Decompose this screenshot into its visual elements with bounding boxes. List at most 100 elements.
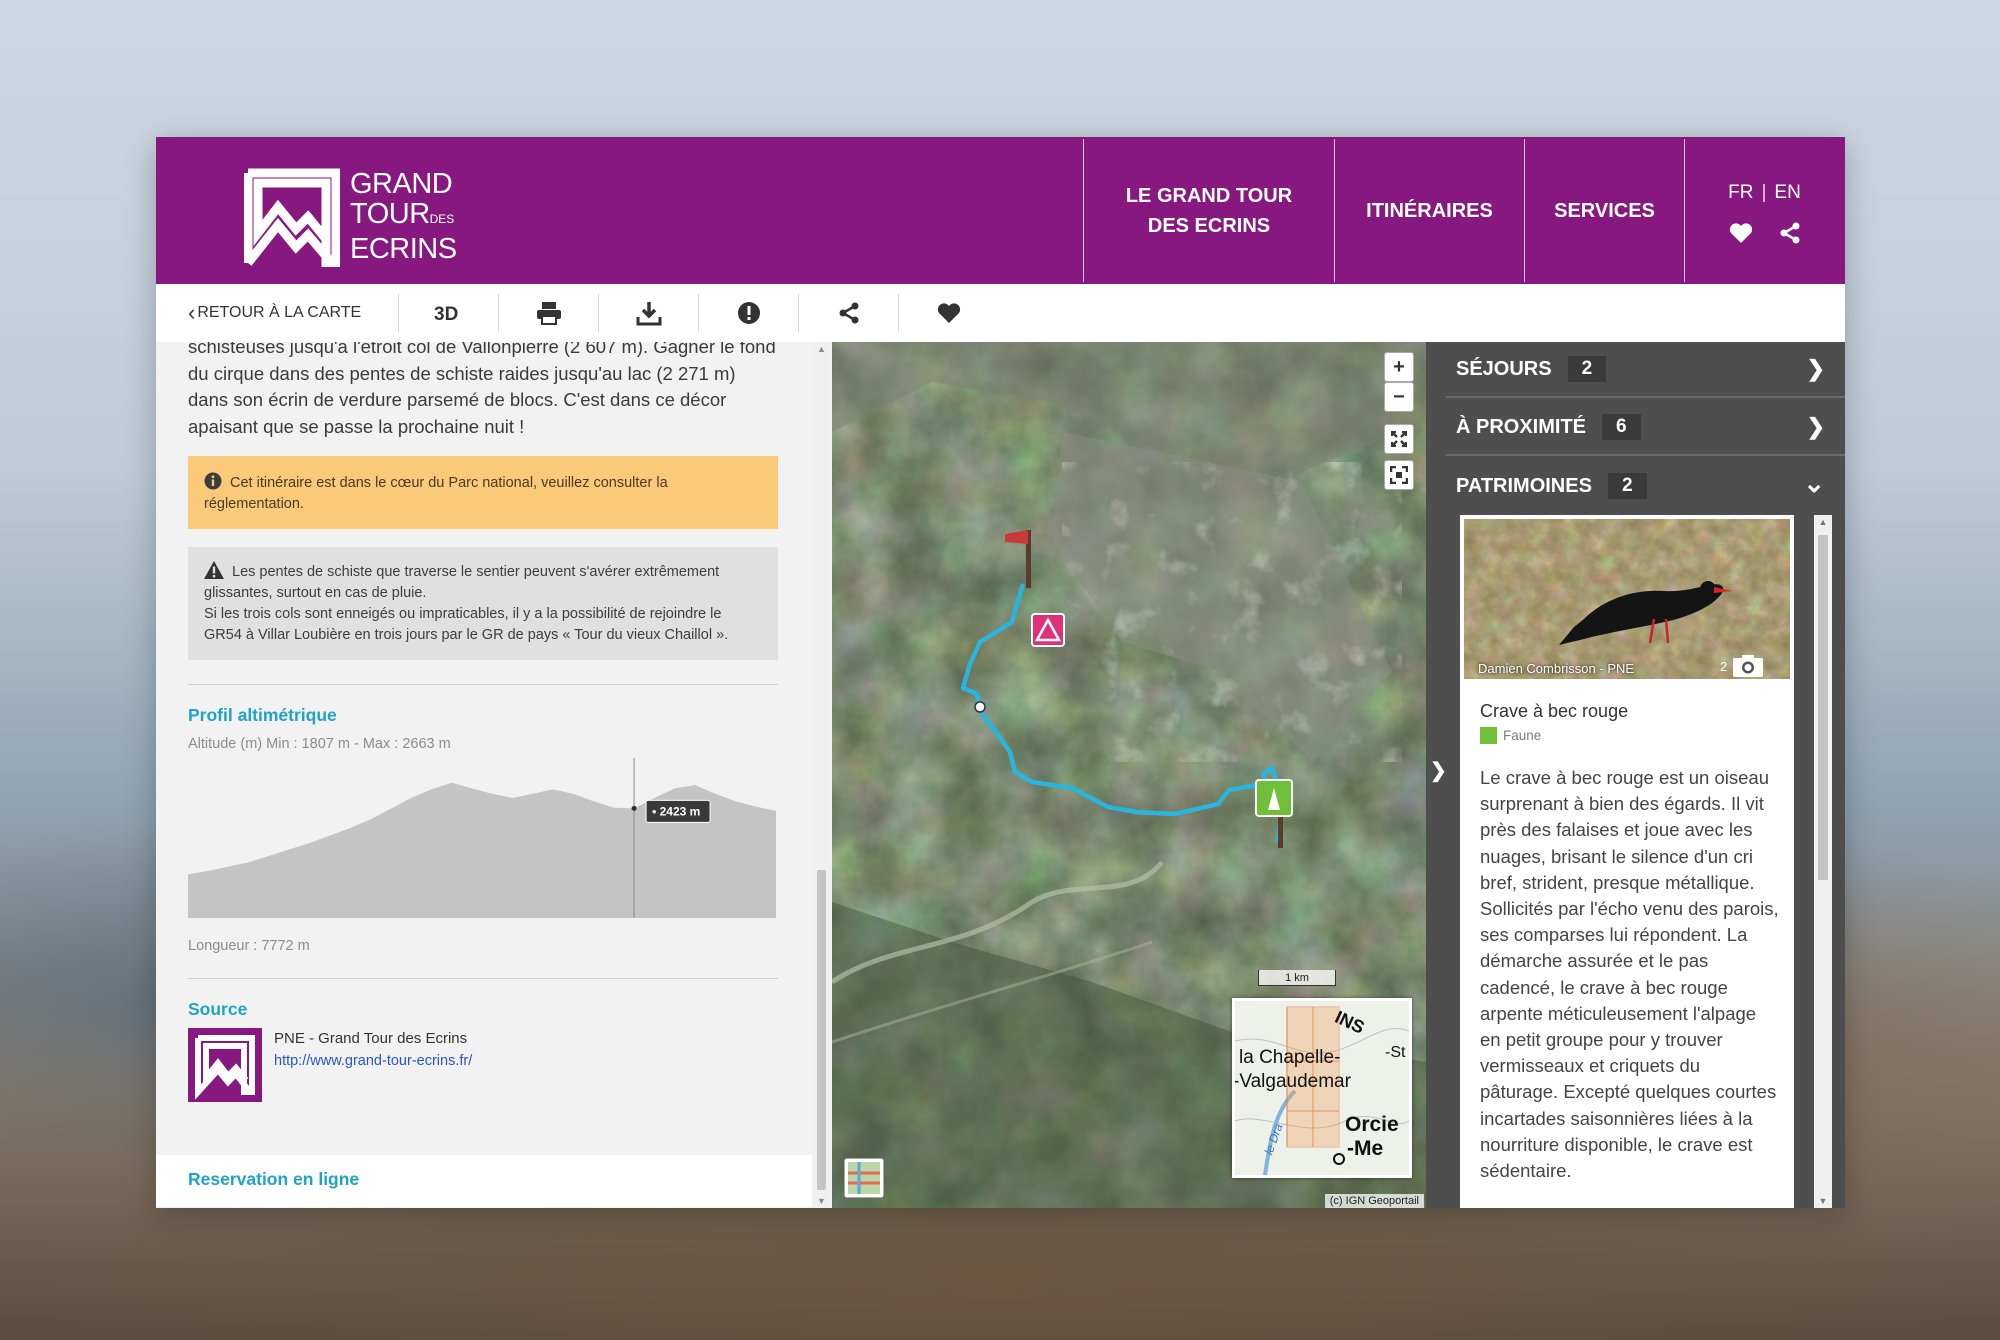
detail-scrollbar[interactable]: ▲ ▼ <box>813 342 830 1208</box>
source-title: Source <box>188 999 248 1019</box>
profile-length: Longueur : 7772 m <box>188 938 310 954</box>
source-logo <box>188 1028 262 1102</box>
heritage-card[interactable]: Damien Combrisson - PNE 2 Crave à bec ro… <box>1460 515 1794 1208</box>
logo-line-3: ECRINS <box>350 233 457 265</box>
scroll-up-arrow-icon[interactable]: ▲ <box>816 344 827 354</box>
lang-fr[interactable]: FR <box>1728 178 1753 208</box>
detail-panel: schisteuses jusqu'à l'étroit col de Vall… <box>156 342 832 1208</box>
accordion-label: PATRIMOINES <box>1456 474 1592 497</box>
profile-title: Profil altimétrique <box>188 705 337 725</box>
download-button[interactable] <box>598 294 698 332</box>
site-header: GRAND TOURDES ECRINS LE GRAND TOUR DES E… <box>156 137 1845 284</box>
heart-icon <box>937 303 960 323</box>
detail-toolbar: ‹ RETOUR À LA CARTE 3D <box>156 284 1845 342</box>
minimap-label: -Me <box>1347 1137 1383 1160</box>
source-block: PNE - Grand Tour des Ecrins http://www.g… <box>188 1028 778 1102</box>
scrollbar-thumb[interactable] <box>817 870 826 1190</box>
chevron-right-icon: ❯ <box>1806 356 1825 381</box>
card-category: Faune <box>1480 727 1541 744</box>
logo-des: DES <box>429 212 455 226</box>
related-scrollbar[interactable]: ▲ ▼ <box>1814 515 1832 1208</box>
warning-notice: Les pentes de schiste que traverse le se… <box>188 547 778 660</box>
map-scale: 1 km <box>1258 970 1336 986</box>
camera-icon <box>1733 655 1764 677</box>
app-window: GRAND TOURDES ECRINS LE GRAND TOUR DES E… <box>156 137 1845 1208</box>
nav-services[interactable]: SERVICES <box>1524 139 1684 282</box>
accordion-sejours[interactable]: SÉJOURS 2 ❯ <box>1446 342 1845 398</box>
alert-icon <box>737 302 760 324</box>
zoom-out-button[interactable]: − <box>1384 382 1414 412</box>
card-description: Le crave à bec rouge est un oiseau surpr… <box>1480 767 1779 1182</box>
3d-button[interactable]: 3D <box>398 294 498 332</box>
heart-icon[interactable] <box>1729 222 1753 244</box>
map-view[interactable]: + − 1 km la Chapelle- -Valgaudemar Orcie… <box>832 342 1426 1208</box>
accordion-label: À PROXIMITÉ <box>1456 415 1587 438</box>
scroll-down-arrow-icon[interactable]: ▼ <box>816 1196 827 1206</box>
share-icon[interactable] <box>1779 222 1801 244</box>
report-button[interactable] <box>698 294 798 332</box>
elevation-profile[interactable]: • 2423 m <box>188 758 778 936</box>
share-icon <box>839 302 858 324</box>
scroll-down-arrow-icon[interactable]: ▼ <box>1817 1196 1829 1206</box>
lang-en[interactable]: EN <box>1774 178 1800 208</box>
card-title[interactable]: Crave à bec rouge <box>1480 701 1628 722</box>
logo-wordmark: GRAND TOURDES ECRINS <box>350 169 457 264</box>
nav-grand-tour[interactable]: LE GRAND TOUR DES ECRINS <box>1083 139 1334 282</box>
logo-line-2: TOUR <box>350 198 430 230</box>
scrollbar-thumb[interactable] <box>1818 535 1828 880</box>
elevation-profile-chart[interactable]: • 2423 m <box>188 758 778 936</box>
zoom-in-button[interactable]: + <box>1384 352 1414 382</box>
reservation-link[interactable]: Reservation en ligne <box>188 1169 359 1190</box>
waypoint-marker[interactable] <box>974 701 986 713</box>
minimap-topo: la Chapelle- -Valgaudemar Orcie -Me INS … <box>1235 1001 1409 1175</box>
count-badge: 6 <box>1602 414 1641 440</box>
logo-line-1: GRAND <box>350 168 453 200</box>
warning-text-1: Les pentes de schiste que traverse le se… <box>204 564 720 601</box>
minimap-label: Orcie <box>1345 1113 1399 1136</box>
cursor-point <box>631 805 637 811</box>
info-icon <box>204 472 222 490</box>
3d-icon: 3D <box>434 304 458 323</box>
scroll-up-arrow-icon[interactable]: ▲ <box>1817 517 1829 527</box>
nav-utilities: FR | EN <box>1684 139 1844 282</box>
count-badge: 2 <box>1567 356 1607 382</box>
fullscreen-button[interactable] <box>1384 424 1414 454</box>
park-regulation-notice: Cet itinéraire est dans le cœur du Parc … <box>188 456 778 529</box>
photo-count[interactable]: 2 <box>1720 655 1764 677</box>
refuge-marker-icon[interactable] <box>1031 613 1065 647</box>
favorite-button[interactable] <box>898 294 998 332</box>
share-button[interactable] <box>798 294 898 332</box>
photo-count-value: 2 <box>1720 658 1728 674</box>
logo-mountain-icon <box>195 1035 255 1100</box>
back-to-map-button[interactable]: ‹ RETOUR À LA CARTE <box>156 294 398 332</box>
profile-altitude-range: Altitude (m) Min : 1807 m - Max : 2663 m <box>188 736 451 752</box>
print-icon <box>536 302 561 325</box>
photo-credit: Damien Combrisson - PNE <box>1478 661 1635 676</box>
card-category-label: Faune <box>1503 728 1542 743</box>
print-button[interactable] <box>498 294 598 332</box>
back-to-map-label: RETOUR À LA CARTE <box>197 304 362 321</box>
reservation-band: Reservation en ligne <box>156 1155 812 1207</box>
overview-minimap[interactable]: la Chapelle- -Valgaudemar Orcie -Me INS … <box>1232 998 1412 1178</box>
zoom-extent-icon <box>1390 466 1408 484</box>
stage-description: schisteuses jusqu'à l'étroit col de Vall… <box>188 342 776 437</box>
site-logo[interactable]: GRAND TOURDES ECRINS <box>244 167 474 267</box>
divider <box>188 684 778 685</box>
download-icon <box>636 302 661 326</box>
related-panel: ❯ SÉJOURS 2 ❯ À PROXIMITÉ 6 ❯ PATRIMOINE… <box>1426 342 1845 1208</box>
map-attribution[interactable]: (c) IGN Geoportail <box>1324 1194 1424 1208</box>
source-name: PNE - Grand Tour des Ecrins <box>274 1030 468 1047</box>
source-link[interactable]: http://www.grand-tour-ecrins.fr/ <box>274 1050 472 1072</box>
language-switcher: FR | EN <box>1728 178 1801 208</box>
logo-mountain-icon <box>244 168 340 267</box>
accordion-a-proximite[interactable]: À PROXIMITÉ 6 ❯ <box>1446 400 1845 456</box>
lang-separator: | <box>1761 181 1767 203</box>
nav-itineraires[interactable]: ITINÉRAIRES <box>1334 139 1524 282</box>
accordion-patrimoines[interactable]: PATRIMOINES 2 ⌄ <box>1446 458 1845 514</box>
elevation-tooltip-text: • 2423 m <box>652 804 700 818</box>
accordion-label: SÉJOURS <box>1456 357 1552 380</box>
zoom-extent-button[interactable] <box>1384 460 1414 490</box>
layer-switcher-button[interactable] <box>844 1158 884 1198</box>
card-photo[interactable]: Damien Combrisson - PNE 2 <box>1464 519 1790 679</box>
collapse-panel-chevron-icon[interactable]: ❯ <box>1430 758 1447 783</box>
